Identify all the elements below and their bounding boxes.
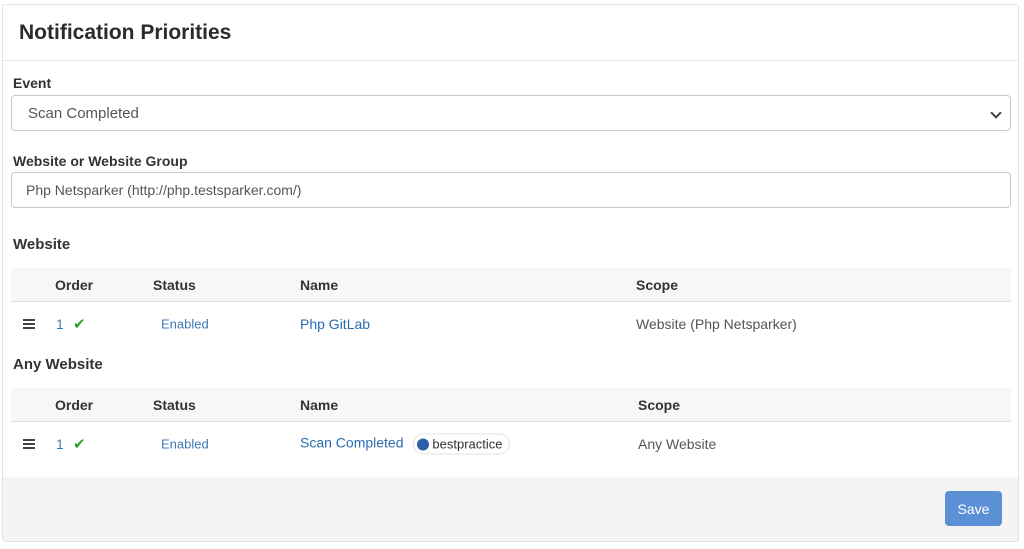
notification-priorities-card: Notification Priorities Event Scan Compl… — [2, 4, 1019, 542]
badge-icon — [417, 438, 430, 450]
any-website-table: Order Status Name Scope 1 ✔ Enabled Scan… — [11, 388, 1011, 466]
card-header: Notification Priorities — [3, 5, 1018, 61]
chevron-down-icon — [990, 107, 1002, 119]
table-row: 1 ✔ Enabled Scan Completed bestpractice … — [11, 422, 1011, 466]
section-title-website: Website — [13, 236, 71, 253]
badge-label: bestpractice — [432, 436, 503, 452]
section-title-any-website: Any Website — [13, 356, 103, 373]
drag-handle-icon[interactable] — [23, 319, 35, 329]
table-header: Order Status Name Scope — [11, 268, 1011, 302]
website-group-label: Website or Website Group — [13, 153, 188, 169]
column-name: Name — [300, 276, 339, 293]
column-scope: Scope — [638, 396, 681, 413]
drag-handle-icon[interactable] — [23, 439, 35, 449]
row-name-link[interactable]: Scan Completed — [300, 435, 404, 451]
column-order: Order — [55, 276, 94, 293]
column-scope: Scope — [636, 276, 679, 293]
row-scope: Website (Php Netsparker) — [636, 316, 797, 332]
row-name-cell: Scan Completed bestpractice — [300, 433, 510, 455]
website-group-input[interactable]: Php Netsparker (http://php.testsparker.c… — [11, 172, 1011, 208]
website-group-value: Php Netsparker (http://php.testsparker.c… — [26, 182, 302, 198]
event-label: Event — [13, 75, 52, 91]
row-order: 1 — [56, 316, 64, 332]
column-name: Name — [300, 396, 339, 413]
column-order: Order — [55, 396, 94, 413]
tag-badge: bestpractice — [413, 433, 510, 455]
row-scope: Any Website — [638, 436, 717, 452]
column-status: Status — [153, 396, 196, 413]
table-header: Order Status Name Scope — [11, 388, 1011, 422]
table-row: 1 ✔ Enabled Php GitLab Website (Php Nets… — [11, 302, 1011, 346]
website-table: Order Status Name Scope 1 ✔ Enabled Php … — [11, 268, 1011, 346]
event-select[interactable]: Scan Completed — [11, 95, 1011, 131]
check-icon: ✔ — [73, 436, 86, 453]
row-name-link[interactable]: Php GitLab — [300, 316, 370, 332]
row-status: Enabled — [161, 436, 209, 452]
page-title: Notification Priorities — [19, 20, 232, 44]
check-icon: ✔ — [73, 316, 86, 333]
event-select-value: Scan Completed — [28, 104, 139, 122]
row-status: Enabled — [161, 316, 209, 332]
column-status: Status — [153, 276, 196, 293]
save-button[interactable]: Save — [945, 491, 1002, 526]
card-footer: Save — [3, 477, 1018, 541]
row-order: 1 — [56, 436, 64, 452]
